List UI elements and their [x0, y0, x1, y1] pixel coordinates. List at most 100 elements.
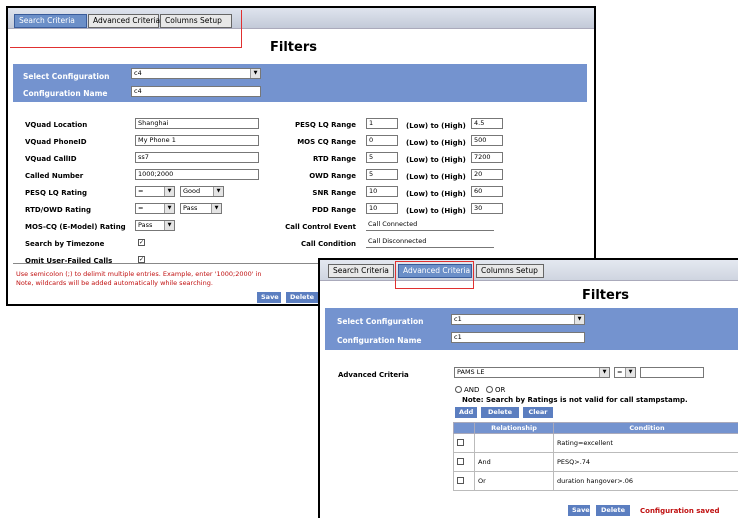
criteria-field-select[interactable]: PAMS LE▼	[454, 367, 610, 378]
pdd-range-high-input[interactable]: 30	[471, 203, 503, 214]
row-checkbox[interactable]	[457, 458, 464, 465]
add-button[interactable]: Add	[455, 407, 477, 418]
relationship-cell	[475, 434, 554, 453]
rtd-owd-operator-value: =	[138, 204, 143, 212]
relationship-column-header: Relationship	[475, 423, 554, 434]
select-configuration-dropdown[interactable]: c1 ▼	[451, 314, 585, 325]
select-configuration-label: Select Configuration	[337, 317, 423, 326]
rtd-owd-rating-select[interactable]: Pass ▼	[180, 203, 222, 214]
criteria-operator-select[interactable]: =▼	[614, 367, 636, 378]
page-title: Filters	[270, 40, 317, 55]
mos-cq-rating-label: MOS-CQ (E-Model) Rating	[25, 223, 126, 231]
mos-cq-range-low-input[interactable]: 0	[366, 135, 398, 146]
configuration-name-input[interactable]: c1	[451, 332, 585, 343]
pesq-lq-range-label: PESQ LQ Range	[258, 121, 356, 129]
delete-criteria-button[interactable]: Delete	[481, 407, 519, 418]
row-checkbox[interactable]	[457, 439, 464, 446]
relationship-cell: And	[475, 453, 554, 472]
chevron-down-icon: ▼	[599, 368, 609, 377]
mos-cq-range-high-input[interactable]: 500	[471, 135, 503, 146]
or-radio[interactable]	[486, 386, 493, 393]
rtd-range-low-input[interactable]: 5	[366, 152, 398, 163]
vquad-location-input[interactable]: Shanghai	[135, 118, 259, 129]
tab-search-criteria[interactable]: Search Criteria	[328, 264, 394, 278]
delete-button[interactable]: Delete	[286, 292, 318, 303]
pesq-lq-operator-value: =	[138, 187, 143, 195]
call-condition-field[interactable]: Call Disconnected	[366, 237, 494, 248]
chevron-down-icon: ▼	[250, 69, 260, 78]
configuration-name-input[interactable]: c4	[131, 86, 261, 97]
criteria-table: Relationship Condition Rating=excellent …	[453, 422, 738, 491]
wildcard-note: Note, wildcards will be added automatica…	[16, 279, 213, 287]
call-control-event-label: Call Control Event	[258, 223, 356, 231]
criteria-operator-value: =	[617, 368, 622, 376]
chevron-down-icon: ▼	[164, 204, 174, 213]
mos-cq-rating-select[interactable]: Pass ▼	[135, 220, 175, 231]
condition-cell: PESQ>.74	[554, 453, 738, 472]
and-radio-label: AND	[464, 386, 479, 394]
and-radio[interactable]	[455, 386, 462, 393]
pesq-lq-operator-select[interactable]: =▼	[135, 186, 175, 197]
select-configuration-value: c4	[134, 69, 142, 77]
row-select-cell	[454, 472, 475, 491]
advanced-criteria-window: Search Criteria Advanced Criteria Column…	[318, 258, 738, 518]
table-header-row: Relationship Condition	[454, 423, 738, 434]
row-select-cell	[454, 434, 475, 453]
mos-cq-rating-value: Pass	[138, 221, 152, 229]
table-row: Or duration hangover>.06	[454, 472, 738, 491]
pdd-range-low-input[interactable]: 10	[366, 203, 398, 214]
save-button[interactable]: Save	[568, 505, 590, 516]
vquad-phoneid-input[interactable]: My Phone 1	[135, 135, 259, 146]
highlight-box	[395, 261, 474, 289]
highlight-box	[10, 10, 242, 48]
rtd-range-high-input[interactable]: 7200	[471, 152, 503, 163]
condition-cell: Rating=excellent	[554, 434, 738, 453]
search-by-timezone-checkbox[interactable]: ✓	[138, 239, 145, 246]
vquad-callid-input[interactable]: ss7	[135, 152, 259, 163]
tab-bar: Search Criteria Advanced Criteria Column…	[320, 260, 738, 281]
called-number-input[interactable]: 1000;2000	[135, 169, 259, 180]
select-configuration-value: c1	[454, 315, 462, 323]
snr-range-label: SNR Range	[258, 189, 356, 197]
clear-button[interactable]: Clear	[523, 407, 553, 418]
chevron-down-icon: ▼	[164, 221, 174, 230]
status-message: Configuration saved	[640, 507, 719, 515]
vquad-phoneid-label: VQuad PhoneID	[25, 138, 87, 146]
tab-columns-setup[interactable]: Columns Setup	[476, 264, 544, 278]
pesq-lq-range-high-input[interactable]: 4.5	[471, 118, 503, 129]
pesq-lq-rating-value: Good	[183, 187, 200, 195]
configuration-panel: Select Configuration c4▼ Configuration N…	[13, 64, 587, 102]
or-radio-label: OR	[495, 386, 505, 394]
called-number-label: Called Number	[25, 172, 83, 180]
pesq-lq-range-low-input[interactable]: 1	[366, 118, 398, 129]
rtd-owd-rating-value: Pass	[183, 204, 197, 212]
pesq-lq-rating-select[interactable]: Good▼	[180, 186, 224, 197]
select-configuration-label: Select Configuration	[23, 72, 109, 81]
semicolon-note: Use semicolon (;) to delimit multiple en…	[16, 270, 262, 278]
delete-button[interactable]: Delete	[596, 505, 630, 516]
criteria-value-input[interactable]	[640, 367, 704, 378]
select-configuration-dropdown[interactable]: c4 ▼	[131, 68, 261, 79]
mos-cq-range-label: MOS CQ Range	[258, 138, 356, 146]
owd-range-low-input[interactable]: 5	[366, 169, 398, 180]
condition-column-header: Condition	[554, 423, 738, 434]
owd-range-high-input[interactable]: 20	[471, 169, 503, 180]
snr-range-high-input[interactable]: 60	[471, 186, 503, 197]
pesq-lq-rating-label: PESQ LQ Rating	[25, 189, 87, 197]
row-checkbox[interactable]	[457, 477, 464, 484]
relationship-cell: Or	[475, 472, 554, 491]
vquad-callid-label: VQuad CallID	[25, 155, 77, 163]
chevron-down-icon: ▼	[211, 204, 221, 213]
call-control-event-field[interactable]: Call Connected	[366, 220, 494, 231]
omit-user-failed-checkbox[interactable]: ✓	[138, 256, 145, 263]
configuration-name-label: Configuration Name	[337, 336, 422, 345]
condition-cell: duration hangover>.06	[554, 472, 738, 491]
save-button[interactable]: Save	[257, 292, 281, 303]
rtd-owd-rating-label: RTD/OWD Rating	[25, 206, 91, 214]
pesq-lq-range-hint: (Low) to (High)	[406, 122, 466, 130]
owd-range-label: OWD Range	[258, 172, 356, 180]
snr-range-low-input[interactable]: 10	[366, 186, 398, 197]
chevron-down-icon: ▼	[164, 187, 174, 196]
rtd-owd-operator-select[interactable]: =▼	[135, 203, 175, 214]
chevron-down-icon: ▼	[574, 315, 584, 324]
